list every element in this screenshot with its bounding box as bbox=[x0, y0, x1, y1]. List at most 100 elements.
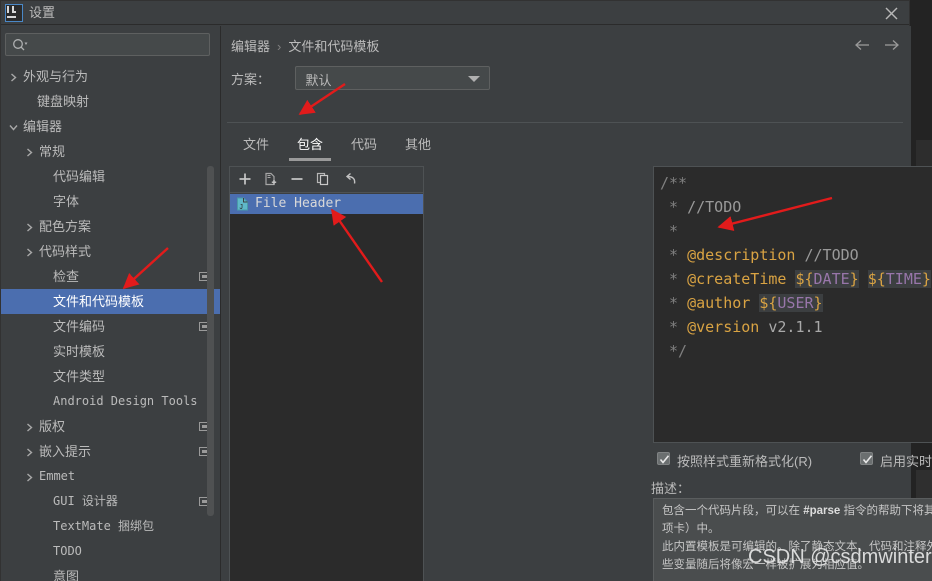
sidebar-item[interactable]: Emmet bbox=[1, 464, 221, 489]
sidebar-item[interactable]: 检查 bbox=[1, 264, 221, 289]
tab-0[interactable]: 文件 bbox=[229, 129, 283, 161]
remove-template-button[interactable] bbox=[286, 170, 308, 190]
chevron-right-icon[interactable] bbox=[23, 439, 36, 464]
sidebar-item[interactable]: 文件编码 bbox=[1, 314, 221, 339]
scheme-dropdown[interactable]: 默认 bbox=[295, 66, 491, 90]
sidebar-item[interactable]: 实时模板 bbox=[1, 339, 221, 364]
chevron-right-icon[interactable] bbox=[7, 64, 20, 89]
code-token: * bbox=[660, 198, 688, 216]
intellij-idea-logo-icon bbox=[5, 4, 23, 22]
sidebar-item[interactable]: 文件类型 bbox=[1, 364, 221, 389]
sidebar-item[interactable]: 键盘映射 bbox=[1, 89, 221, 114]
sidebar-item[interactable]: TextMate 捆绑包 bbox=[1, 514, 221, 539]
sidebar-item[interactable]: 外观与行为 bbox=[1, 64, 221, 89]
sidebar-item-label: TODO bbox=[53, 544, 82, 558]
chevron-right-icon[interactable] bbox=[23, 414, 36, 439]
breadcrumb: 编辑器 › 文件和代码模板 bbox=[231, 36, 379, 55]
add-template-button[interactable] bbox=[234, 170, 256, 190]
close-icon[interactable] bbox=[879, 3, 903, 23]
template-code-content: /** * //TODO * * @description //TODO * @… bbox=[660, 171, 931, 363]
navigation-arrows bbox=[851, 35, 903, 55]
sidebar-item[interactable]: 配色方案 bbox=[1, 214, 221, 239]
sidebar-item[interactable]: 字体 bbox=[1, 189, 221, 214]
template-code-editor[interactable]: /** * //TODO * * @description //TODO * @… bbox=[653, 166, 932, 443]
screenshot-root: pe}; 设置 bbox=[0, 0, 932, 581]
code-token: /** bbox=[660, 174, 688, 192]
reset-template-button[interactable] bbox=[338, 170, 360, 190]
template-options: 按照样式重新格式化(R) 启用实时模板（L） bbox=[657, 451, 932, 470]
settings-tree[interactable]: 外观与行为键盘映射编辑器 常规代码编辑字体配色方案 代码样式检查文件和代码模板文件编… bbox=[1, 64, 221, 581]
checkbox-option-0[interactable]: 按照样式重新格式化(R) bbox=[657, 451, 812, 470]
chevron-down-icon[interactable] bbox=[7, 114, 20, 139]
sidebar-item-label: 文件类型 bbox=[53, 369, 106, 384]
checkbox-box[interactable] bbox=[860, 452, 874, 465]
code-token: @version bbox=[687, 318, 760, 336]
code-token: //TODO bbox=[687, 198, 742, 216]
code-token: * bbox=[660, 222, 688, 240]
template-list-item[interactable]: J File Header bbox=[230, 194, 423, 214]
sidebar-item-label: GUI 设计器 bbox=[53, 494, 118, 508]
tab-label: 代码 bbox=[351, 137, 378, 152]
sidebar-item[interactable]: 代码样式 bbox=[1, 239, 221, 264]
code-token: @author bbox=[687, 294, 751, 312]
file-template-icon: J bbox=[236, 197, 250, 217]
tab-label: 其他 bbox=[405, 137, 432, 152]
search-input[interactable] bbox=[32, 34, 207, 55]
sidebar-item[interactable]: 常规 bbox=[1, 139, 221, 164]
template-list[interactable]: J File Header bbox=[230, 194, 423, 581]
breadcrumb-current: 文件和代码模板 bbox=[288, 39, 380, 54]
duplicate-template-button[interactable] bbox=[260, 170, 282, 190]
code-token: * bbox=[660, 246, 688, 264]
sidebar-item[interactable]: GUI 设计器 bbox=[1, 489, 221, 514]
sidebar-item-label: 代码编辑 bbox=[53, 169, 106, 184]
tab-3[interactable]: 其他 bbox=[391, 129, 445, 161]
sidebar-item[interactable]: 文件和代码模板 bbox=[1, 289, 221, 314]
sidebar-item[interactable]: TODO bbox=[1, 539, 221, 564]
sidebar-scrollbar[interactable] bbox=[207, 166, 214, 516]
sidebar-item-label: 意图 bbox=[53, 569, 80, 581]
arrow-right-icon[interactable] bbox=[879, 35, 903, 55]
code-line: * @description //TODO bbox=[660, 243, 931, 267]
sidebar-item-label: 检查 bbox=[53, 269, 80, 284]
template-list-panel: J File Header bbox=[229, 166, 424, 581]
sidebar-item[interactable]: 代码编辑 bbox=[1, 164, 221, 189]
tab-label: 包含 bbox=[297, 137, 324, 152]
breadcrumb-separator: › bbox=[277, 39, 282, 54]
code-token: * bbox=[660, 294, 688, 312]
checkbox-option-1[interactable]: 启用实时模板（L） bbox=[860, 451, 932, 470]
settings-search-box[interactable] bbox=[5, 33, 210, 56]
checkbox-box[interactable] bbox=[657, 452, 670, 465]
sidebar-item-label: 外观与行为 bbox=[23, 69, 89, 84]
sidebar-item[interactable]: 嵌入提示 bbox=[1, 439, 221, 464]
sidebar-item[interactable]: 版权 bbox=[1, 414, 221, 439]
chevron-right-icon[interactable] bbox=[23, 464, 36, 489]
scheme-row: 方案： 默认 bbox=[231, 66, 491, 90]
sidebar-item-label: 键盘映射 bbox=[37, 94, 90, 109]
chevron-right-icon[interactable] bbox=[23, 139, 36, 164]
watermark: CSDN @csdmwinter bbox=[748, 546, 932, 568]
description-label: 描述： bbox=[651, 481, 691, 496]
chevron-right-icon[interactable] bbox=[23, 239, 36, 264]
sidebar-item-label: 文件编码 bbox=[53, 319, 106, 334]
breadcrumb-parent[interactable]: 编辑器 bbox=[231, 39, 270, 54]
sidebar-item[interactable]: Android Design Tools bbox=[1, 389, 221, 414]
arrow-left-icon[interactable] bbox=[851, 35, 875, 55]
content-divider bbox=[227, 122, 903, 123]
code-line: */ bbox=[660, 339, 931, 363]
settings-content: 编辑器 › 文件和代码模板 方案： 默认 文件 包含 代码 其他 J File … bbox=[221, 26, 932, 581]
sidebar-item-label: TextMate 捆绑包 bbox=[53, 519, 155, 533]
description-text: 包含一个代码片段，可以在 #parse 指令的帮助下将其包含在文件模板（Temp… bbox=[662, 502, 932, 581]
tab-2[interactable]: 代码 bbox=[337, 129, 391, 161]
sidebar-item-label: 字体 bbox=[53, 194, 80, 209]
tab-1[interactable]: 包含 bbox=[283, 129, 337, 161]
sidebar-item[interactable]: 意图 bbox=[1, 564, 221, 581]
copy-template-button[interactable] bbox=[312, 170, 334, 190]
code-line: * //TODO bbox=[660, 195, 931, 219]
template-category-tabs[interactable]: 文件 包含 代码 其他 bbox=[229, 129, 445, 161]
sidebar-item[interactable]: 编辑器 bbox=[1, 114, 221, 139]
chevron-right-icon[interactable] bbox=[23, 214, 36, 239]
code-token: */ bbox=[660, 342, 688, 360]
